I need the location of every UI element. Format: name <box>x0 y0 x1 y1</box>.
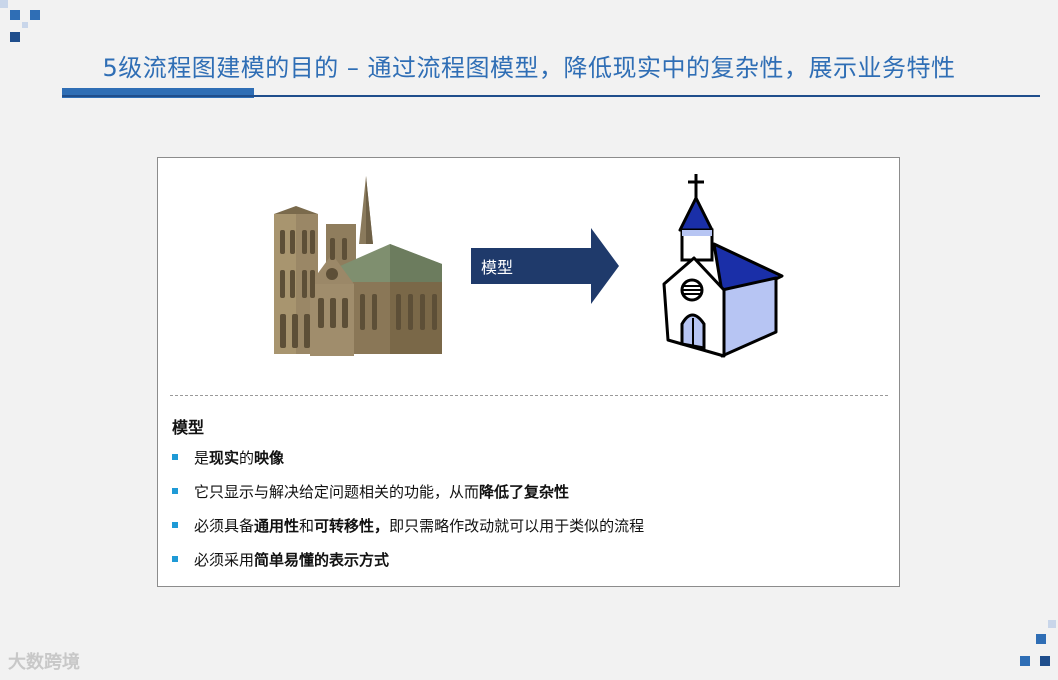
bullet-text: 和 <box>299 517 315 535</box>
bullet-text-emphasis: 现实 <box>209 449 240 467</box>
bullet-item: 是现实的映像 <box>172 446 644 480</box>
bullet-text-emphasis: 映像 <box>254 449 285 467</box>
bullet-square-icon <box>172 488 178 494</box>
section-divider <box>170 395 888 396</box>
bullet-item: 它只显示与解决给定问题相关的功能，从而降低了复杂性 <box>172 480 644 514</box>
bullet-text-emphasis: 通用性 <box>254 517 300 535</box>
bullet-text: 即只需略作改动就可以用于类似的流程 <box>389 517 645 535</box>
bullet-text: 它只显示与解决给定问题相关的功能，从而 <box>194 483 480 501</box>
bullet-text: 是 <box>194 449 210 467</box>
bullet-text: 必须具备 <box>194 517 255 535</box>
arrow-label: 模型 <box>481 258 514 277</box>
bullet-list: 是现实的映像 它只显示与解决给定问题相关的功能，从而降低了复杂性 必须具备通用性和可… <box>172 446 644 582</box>
bullet-text: 必须采用 <box>194 551 255 569</box>
bullet-square-icon <box>172 556 178 562</box>
bullet-square-icon <box>172 454 178 460</box>
bullet-text-emphasis: 可转移性， <box>314 517 390 535</box>
section-heading: 模型 <box>172 418 205 437</box>
bullet-text: 的 <box>239 449 255 467</box>
bullet-square-icon <box>172 522 178 528</box>
model-arrow: 模型 <box>471 228 619 304</box>
chapel-icon <box>662 174 784 358</box>
bullet-item: 必须具备通用性和可转移性，即只需略作改动就可以用于类似的流程 <box>172 514 644 548</box>
title-underline <box>62 95 1040 97</box>
bullet-text-emphasis: 简单易懂的表示方式 <box>254 551 390 569</box>
page-title: 5级流程图建模的目的 – 通过流程图模型，降低现实中的复杂性，展示业务特性 <box>102 54 956 82</box>
content-panel: 模型 模型 是现实的映像 它只显示与解决给定问题相关的功能，从而降低了复杂性 必须具… <box>157 157 900 587</box>
bullet-text-emphasis: 降低了复杂性 <box>479 483 570 501</box>
bullet-item: 必须采用简单易懂的表示方式 <box>172 548 644 582</box>
watermark-logo: 大数跨境 <box>8 652 80 673</box>
cathedral-picture <box>274 176 442 356</box>
